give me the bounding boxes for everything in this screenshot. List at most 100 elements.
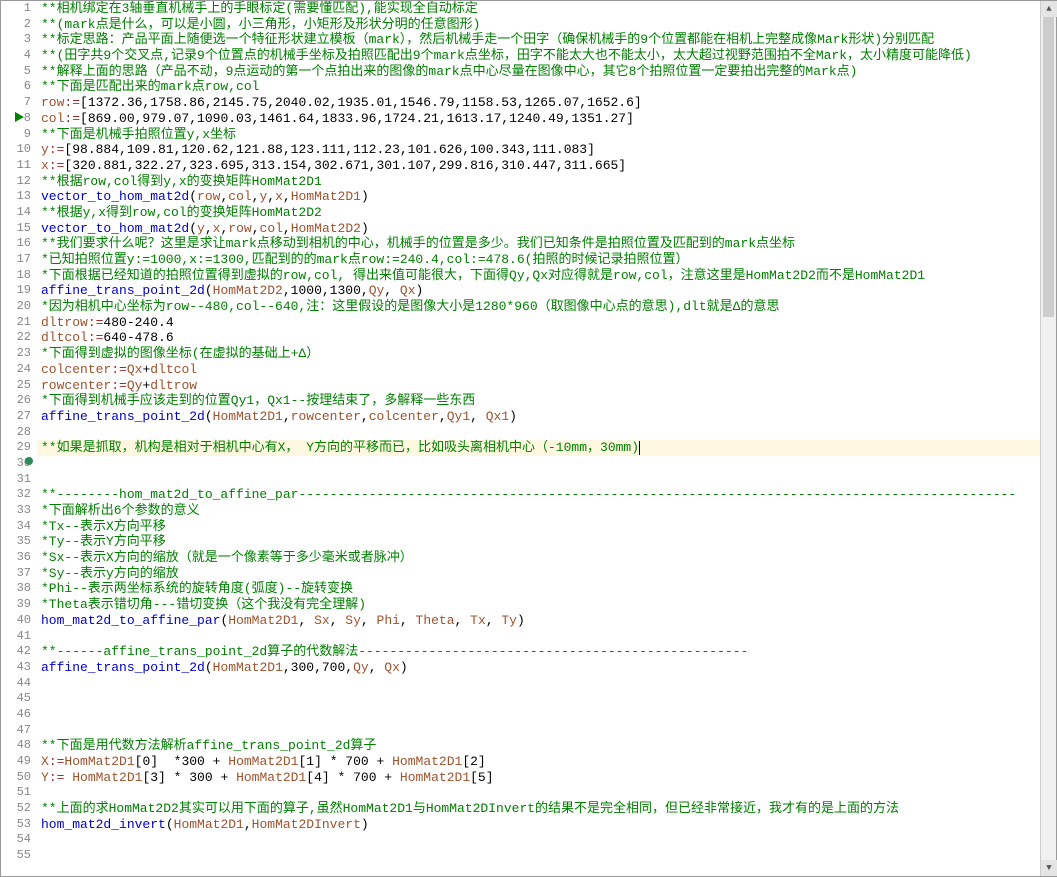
line-number[interactable]: 4: [1, 48, 37, 64]
code-content[interactable]: **根据y,x得到row,col的变换矩阵HomMat2D2: [37, 205, 1042, 221]
code-line[interactable]: 42**------affine_trans_point_2d算子的代数解法--…: [1, 644, 1042, 660]
scroll-thumb[interactable]: [1043, 17, 1054, 317]
line-number[interactable]: 18: [1, 268, 37, 284]
code-content[interactable]: *Theta表示错切角---错切变换（这个我没有完全理解): [37, 597, 1042, 613]
code-content[interactable]: **下面是用代数方法解析affine_trans_point_2d算子: [37, 738, 1042, 754]
line-number[interactable]: 35: [1, 534, 37, 550]
line-number[interactable]: 7: [1, 95, 37, 111]
code-line[interactable]: 35*Ty--表示Y方向平移: [1, 534, 1042, 550]
code-line[interactable]: 19affine_trans_point_2d(HomMat2D2,1000,1…: [1, 283, 1042, 299]
line-number[interactable]: 19: [1, 283, 37, 299]
line-number[interactable]: 55: [1, 848, 37, 864]
code-line[interactable]: 23*下面得到虚拟的图像坐标(在虚拟的基础上+Δ）: [1, 346, 1042, 362]
line-number[interactable]: 50: [1, 770, 37, 786]
code-content[interactable]: **根据row,col得到y,x的变换矩阵HomMat2D1: [37, 174, 1042, 190]
code-line[interactable]: 16**我们要求什么呢？这里是求让mark点移动到相机的中心，机械手的位置是多少…: [1, 236, 1042, 252]
code-content[interactable]: rowcenter:=Qy+dltrow: [37, 378, 1042, 394]
code-content[interactable]: [37, 676, 1042, 692]
code-content[interactable]: col:=[869.00,979.07,1090.03,1461.64,1833…: [37, 111, 1042, 127]
code-content[interactable]: row:=[1372.36,1758.86,2145.75,2040.02,19…: [37, 95, 1042, 111]
code-line[interactable]: 43affine_trans_point_2d(HomMat2D1,300,70…: [1, 660, 1042, 676]
code-line[interactable]: 44: [1, 676, 1042, 692]
code-content[interactable]: **如果是抓取，机构是相对于相机中心有X， Y方向的平移而已，比如吸头离相机中心…: [37, 440, 1042, 456]
code-line[interactable]: 53hom_mat2d_invert(HomMat2D1,HomMat2DInv…: [1, 817, 1042, 833]
code-line[interactable]: 9**下面是机械手拍照位置y,x坐标: [1, 127, 1042, 143]
code-content[interactable]: [37, 629, 1042, 645]
code-content[interactable]: **下面是匹配出来的mark点row,col: [37, 79, 1042, 95]
line-number[interactable]: 27: [1, 409, 37, 425]
code-content[interactable]: *Sx--表示X方向的缩放（就是一个像素等于多少毫米或者脉冲）: [37, 550, 1042, 566]
code-line[interactable]: 12**根据row,col得到y,x的变换矩阵HomMat2D1: [1, 174, 1042, 190]
line-number[interactable]: 36: [1, 550, 37, 566]
code-content[interactable]: [37, 472, 1042, 488]
code-content[interactable]: *下面得到机械手应该走到的位置Qy1，Qx1--按理结束了，多解释一些东西: [37, 393, 1042, 409]
line-number[interactable]: 11: [1, 158, 37, 174]
code-line[interactable]: 37*Sy--表示y方向的缩放: [1, 566, 1042, 582]
code-content[interactable]: x:=[320.881,322.27,323.695,313.154,302.6…: [37, 158, 1042, 174]
line-number[interactable]: 21: [1, 315, 37, 331]
line-number[interactable]: 38: [1, 581, 37, 597]
code-line[interactable]: 49X:=HomMat2D1[0] *300 + HomMat2D1[1] * …: [1, 754, 1042, 770]
code-line[interactable]: 15vector_to_hom_mat2d(y,x,row,col,HomMat…: [1, 221, 1042, 237]
code-line[interactable]: 41: [1, 629, 1042, 645]
code-line[interactable]: 6**下面是匹配出来的mark点row,col: [1, 79, 1042, 95]
line-number[interactable]: 39: [1, 597, 37, 613]
code-line[interactable]: 14**根据y,x得到row,col的变换矩阵HomMat2D2: [1, 205, 1042, 221]
code-line[interactable]: 34*Tx--表示X方向平移: [1, 519, 1042, 535]
line-number[interactable]: 26: [1, 393, 37, 409]
line-number[interactable]: 33: [1, 503, 37, 519]
code-editor[interactable]: 1**相机绑定在3轴垂直机械手上的手眼标定(需要懂匹配),能实现全自动标定2**…: [0, 0, 1057, 877]
code-content[interactable]: *下面得到虚拟的图像坐标(在虚拟的基础上+Δ）: [37, 346, 1042, 362]
line-number[interactable]: 49: [1, 754, 37, 770]
code-line[interactable]: 51: [1, 785, 1042, 801]
code-content[interactable]: [37, 456, 1042, 472]
code-line[interactable]: 39*Theta表示错切角---错切变换（这个我没有完全理解): [1, 597, 1042, 613]
code-line[interactable]: 3**标定思路：产品平面上随便选一个特征形状建立模板（mark），然后机械手走一…: [1, 32, 1042, 48]
line-number[interactable]: 51: [1, 785, 37, 801]
code-content[interactable]: affine_trans_point_2d(HomMat2D2,1000,130…: [37, 283, 1042, 299]
line-number[interactable]: 17: [1, 252, 37, 268]
code-content[interactable]: [37, 832, 1042, 848]
line-number[interactable]: 15: [1, 221, 37, 237]
code-content[interactable]: *下面根据已经知道的拍照位置得到虚拟的row,col, 得出来值可能很大，下面得…: [37, 268, 1042, 284]
code-line[interactable]: 25rowcenter:=Qy+dltrow: [1, 378, 1042, 394]
line-number[interactable]: 31: [1, 472, 37, 488]
code-line[interactable]: 18*下面根据已经知道的拍照位置得到虚拟的row,col, 得出来值可能很大，下…: [1, 268, 1042, 284]
line-number[interactable]: 45: [1, 691, 37, 707]
code-content[interactable]: affine_trans_point_2d(HomMat2D1,300,700,…: [37, 660, 1042, 676]
breakpoint-dot-icon[interactable]: [25, 457, 33, 465]
code-line[interactable]: 45: [1, 691, 1042, 707]
code-line[interactable]: 4**(田字共9个交叉点,记录9个位置点的机械手坐标及拍照匹配出9个mark点坐…: [1, 48, 1042, 64]
code-content[interactable]: vector_to_hom_mat2d(y,x,row,col,HomMat2D…: [37, 221, 1042, 237]
code-content[interactable]: *下面解析出6个参数的意义: [37, 503, 1042, 519]
code-content[interactable]: dltrow:=480-240.4: [37, 315, 1042, 331]
code-content[interactable]: **下面是机械手拍照位置y,x坐标: [37, 127, 1042, 143]
code-line[interactable]: 29**如果是抓取，机构是相对于相机中心有X， Y方向的平移而已，比如吸头离相机…: [1, 440, 1042, 456]
code-line[interactable]: 52**上面的求HomMat2D2其实可以用下面的算子,虽然HomMat2D1与…: [1, 801, 1042, 817]
code-content[interactable]: **相机绑定在3轴垂直机械手上的手眼标定(需要懂匹配),能实现全自动标定: [37, 1, 1042, 17]
line-number[interactable]: 10: [1, 142, 37, 158]
code-line[interactable]: 5**解释上面的思路（产品不动，9点运动的第一个点拍出来的图像的mark点中心尽…: [1, 64, 1042, 80]
code-content[interactable]: [37, 848, 1042, 864]
line-number[interactable]: 1: [1, 1, 37, 17]
code-content[interactable]: **上面的求HomMat2D2其实可以用下面的算子,虽然HomMat2D1与Ho…: [37, 801, 1042, 817]
code-content[interactable]: [37, 785, 1042, 801]
line-number[interactable]: 41: [1, 629, 37, 645]
code-line[interactable]: 27affine_trans_point_2d(HomMat2D1,rowcen…: [1, 409, 1042, 425]
line-number[interactable]: 6: [1, 79, 37, 95]
line-number[interactable]: 13: [1, 189, 37, 205]
line-number[interactable]: 42: [1, 644, 37, 660]
code-line[interactable]: 8col:=[869.00,979.07,1090.03,1461.64,183…: [1, 111, 1042, 127]
line-number[interactable]: 43: [1, 660, 37, 676]
code-content[interactable]: **(mark点是什么，可以是小圆，小三角形，小矩形及形状分明的任意图形): [37, 17, 1042, 33]
code-line[interactable]: 1**相机绑定在3轴垂直机械手上的手眼标定(需要懂匹配),能实现全自动标定: [1, 1, 1042, 17]
code-content[interactable]: hom_mat2d_to_affine_par(HomMat2D1, Sx, S…: [37, 613, 1042, 629]
line-number[interactable]: 3: [1, 32, 37, 48]
code-scroll-area[interactable]: 1**相机绑定在3轴垂直机械手上的手眼标定(需要懂匹配),能实现全自动标定2**…: [1, 1, 1042, 876]
scroll-up-arrow-icon[interactable]: ▲: [1041, 1, 1057, 17]
line-number[interactable]: 53: [1, 817, 37, 833]
line-number[interactable]: 48: [1, 738, 37, 754]
line-number[interactable]: 9: [1, 127, 37, 143]
scroll-track[interactable]: [1041, 17, 1056, 860]
code-line[interactable]: 50Y:= HomMat2D1[3] * 300 + HomMat2D1[4] …: [1, 770, 1042, 786]
